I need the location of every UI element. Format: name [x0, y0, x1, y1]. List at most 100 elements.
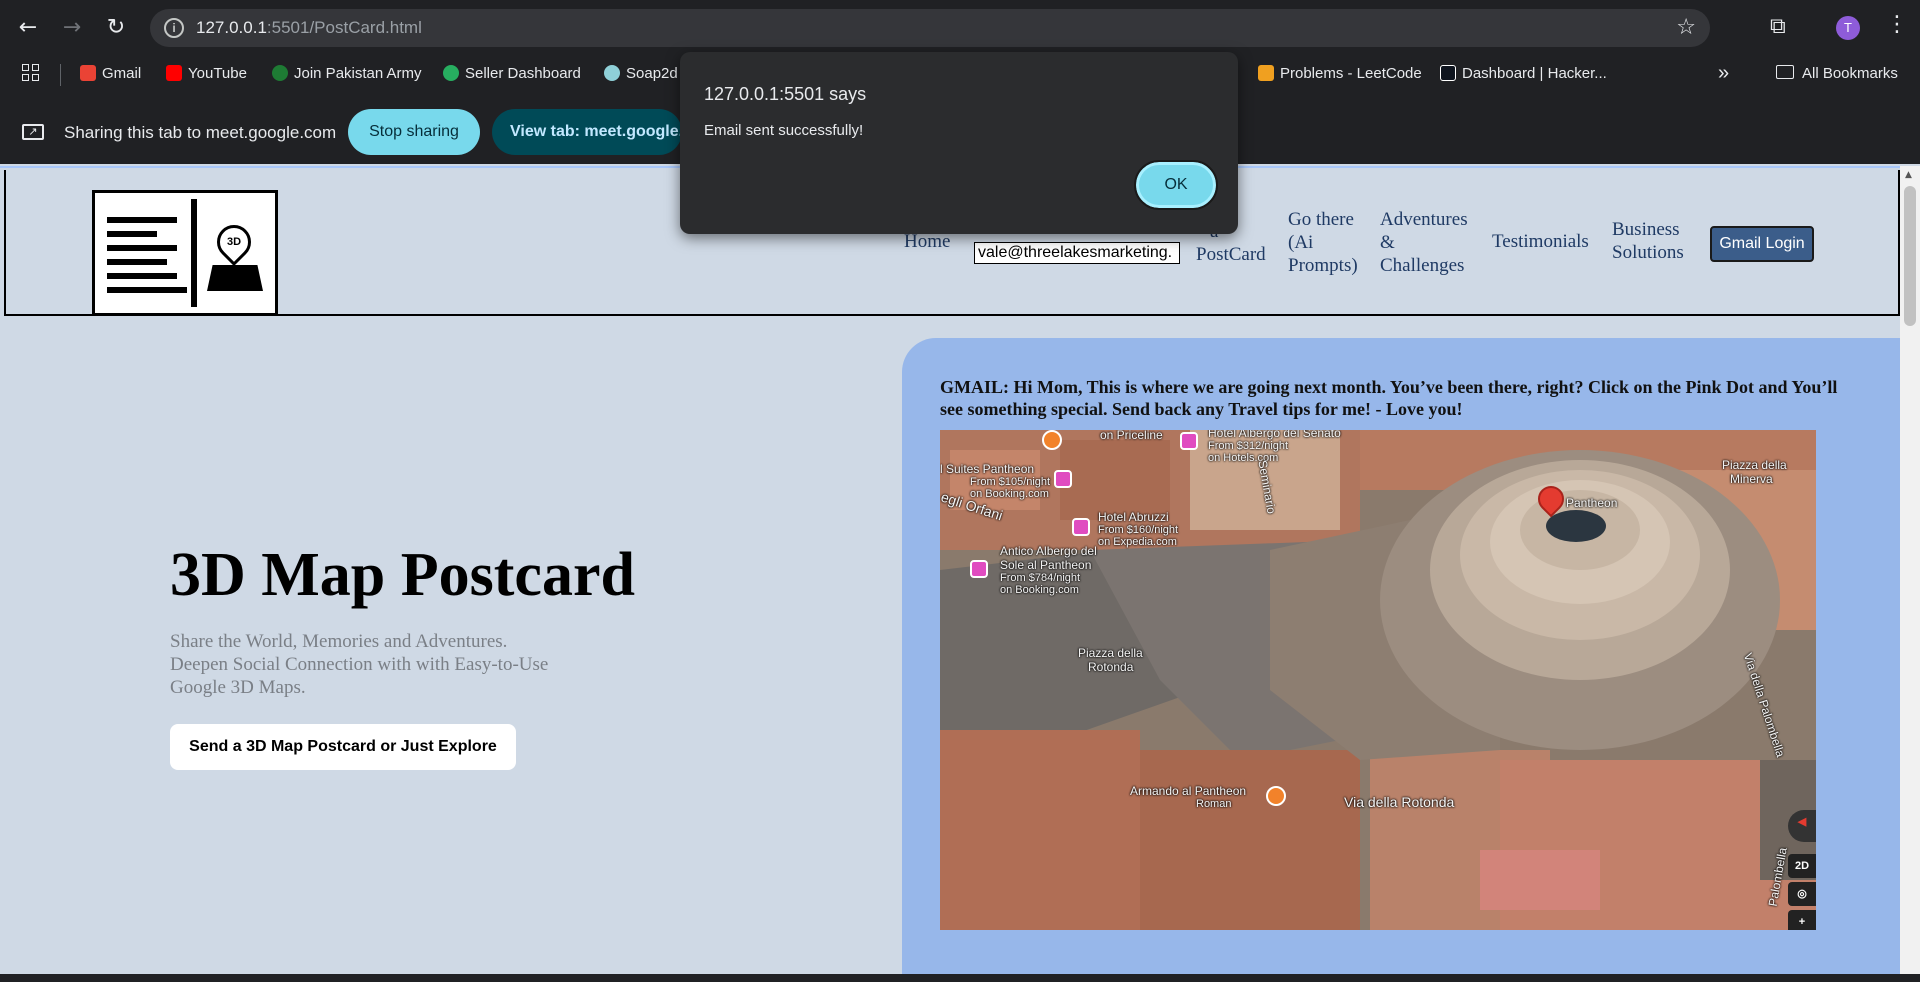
all-bookmarks[interactable]: All Bookmarks — [1776, 65, 1898, 82]
nav-postcard-line2: PostCard — [1196, 244, 1266, 265]
view-tab-button[interactable]: View tab: meet.google.com — [492, 109, 682, 155]
nav-adventures[interactable]: Adventures & Challenges — [1380, 208, 1468, 277]
nav-testimonials[interactable]: Testimonials — [1492, 230, 1589, 253]
hotel-marker-icon[interactable] — [970, 560, 988, 578]
my-location-icon[interactable]: ◎ — [1788, 882, 1816, 906]
army-icon — [272, 65, 288, 81]
bookmark-leetcode[interactable]: Problems - LeetCode — [1258, 65, 1422, 82]
hotel-marker-icon[interactable] — [1072, 518, 1090, 536]
leetcode-icon — [1258, 65, 1274, 81]
dialog-message: Email sent successfully! — [704, 122, 864, 139]
forward-icon[interactable]: → — [58, 14, 86, 42]
map-label: on Priceline — [1100, 430, 1163, 442]
map-label: on Booking.com — [1000, 584, 1079, 596]
map-imagery — [940, 430, 1816, 930]
site-info-icon[interactable]: i — [164, 18, 184, 38]
profile-avatar[interactable]: T — [1836, 16, 1860, 40]
bookmark-label: Join Pakistan Army — [294, 65, 422, 82]
map-label: on Expedia.com — [1098, 536, 1177, 548]
email-input[interactable]: vale@threelakesmarketing. — [974, 242, 1180, 264]
bookmark-hackerrank[interactable]: Dashboard | Hacker... — [1440, 65, 1607, 82]
restaurant-marker-icon[interactable] — [1266, 786, 1286, 806]
map-label: From $312/night — [1208, 440, 1289, 452]
postcard-message: GMAIL: Hi Mom, This is where we are goin… — [940, 377, 1838, 419]
bookmark-star-icon[interactable]: ☆ — [1676, 15, 1696, 40]
bookmark-join-pakistan-army[interactable]: Join Pakistan Army — [272, 65, 422, 82]
send-postcard-button[interactable]: Send a 3D Map Postcard or Just Explore — [170, 724, 516, 770]
map-label: Armando al Pantheon — [1130, 784, 1247, 798]
sharing-status-text: Sharing this tab to meet.google.com — [64, 123, 337, 142]
gmail-login-button[interactable]: Gmail Login — [1710, 226, 1814, 262]
hero-title: 3D Map Postcard — [170, 541, 635, 609]
dialog-ok-button[interactable]: OK — [1134, 160, 1218, 210]
all-bookmarks-label: All Bookmarks — [1802, 65, 1898, 82]
hotel-marker-icon[interactable] — [1180, 432, 1198, 450]
url-text[interactable]: 127.0.0.1:5501/PostCard.html — [196, 18, 422, 38]
bookmark-label: YouTube — [188, 65, 247, 82]
map-label: Via della Rotonda — [1344, 794, 1455, 810]
nav-business-line: Solutions — [1612, 242, 1684, 263]
bookmark-seller-dashboard[interactable]: Seller Dashboard — [443, 65, 581, 82]
folder-icon — [1776, 65, 1794, 79]
address-bar[interactable]: i 127.0.0.1:5501/PostCard.html ☆ — [150, 9, 1710, 47]
scrollbar-thumb[interactable] — [1904, 186, 1916, 326]
nav-go-there-line: (Ai — [1288, 232, 1314, 253]
logo-lines — [107, 217, 187, 301]
url-path: :5501/PostCard.html — [266, 18, 422, 37]
bookmarks-overflow-icon[interactable]: » — [1718, 62, 1729, 85]
hotel-marker-icon[interactable] — [1054, 470, 1072, 488]
soap-icon — [604, 65, 620, 81]
bookmark-label: Seller Dashboard — [465, 65, 581, 82]
bookmark-label: Dashboard | Hacker... — [1462, 65, 1607, 82]
bookmark-youtube[interactable]: YouTube — [166, 65, 247, 82]
map-label: Antico Albergo del — [1000, 544, 1097, 558]
gmail-icon — [80, 65, 96, 81]
extensions-icon[interactable]: ⧉ — [1770, 14, 1786, 39]
map-label: Rotonda — [1088, 660, 1134, 674]
bottom-strip — [0, 974, 1920, 982]
nav-adventures-line: Adventures — [1380, 209, 1468, 230]
nav-go-there[interactable]: Go there (Ai Prompts) — [1288, 208, 1358, 277]
map-label: Hotel Albergo del Senato — [1208, 430, 1341, 440]
dialog-title: 127.0.0.1:5501 says — [704, 84, 867, 104]
map-label: Hotel Abruzzi — [1098, 510, 1169, 524]
bookmarks-divider — [60, 64, 61, 86]
nav-business-line: Business — [1612, 219, 1680, 240]
screen-share-icon: ↗ — [22, 124, 44, 140]
youtube-icon — [166, 65, 182, 81]
nav-adventures-line: Challenges — [1380, 255, 1465, 276]
url-host: 127.0.0.1 — [196, 18, 267, 37]
reload-icon[interactable]: ↻ — [102, 14, 130, 42]
map-label: From $784/night — [1000, 572, 1081, 584]
zoom-in-icon[interactable]: + — [1788, 910, 1816, 930]
toggle-2d-button[interactable]: 2D — [1788, 854, 1816, 878]
map-label: From $105/night — [970, 476, 1051, 488]
site-logo[interactable]: 3D — [92, 190, 278, 316]
nav-business-solutions[interactable]: Business Solutions — [1612, 218, 1684, 264]
logo-divider — [191, 199, 197, 307]
scroll-up-icon[interactable]: ▲ — [1905, 170, 1912, 180]
bookmark-label: Gmail — [102, 65, 142, 82]
restaurant-marker-icon[interactable] — [1042, 430, 1062, 450]
map-label: on Booking.com — [970, 488, 1049, 500]
bookmark-soap2day[interactable]: Soap2d — [604, 65, 678, 82]
map-label: Minerva — [1730, 472, 1773, 486]
map-label: Roman — [1196, 798, 1232, 810]
bookmark-gmail[interactable]: Gmail — [80, 65, 141, 82]
hackerrank-icon — [1440, 65, 1456, 81]
3d-map-view[interactable]: on Priceline Hotel Albergo del Senato Fr… — [940, 430, 1816, 930]
alert-dialog: 127.0.0.1:5501 says Email sent successfu… — [680, 52, 1238, 234]
browser-menu-icon[interactable]: ⋮ — [1886, 12, 1908, 37]
compass-icon[interactable]: ◀ — [1788, 810, 1816, 842]
map-label: Sole al Pantheon — [1000, 558, 1092, 572]
back-icon[interactable]: ← — [14, 14, 42, 42]
folded-map-icon — [207, 265, 263, 291]
map-label: Piazza della — [1722, 458, 1787, 472]
nav-go-there-line: Prompts) — [1288, 255, 1358, 276]
web-page: 3D Home vale@threelakesmarketing. a Post… — [0, 166, 1920, 974]
apps-grid-icon[interactable] — [22, 64, 40, 82]
map-label: Piazza della — [1078, 646, 1143, 660]
stop-sharing-button[interactable]: Stop sharing — [348, 109, 480, 155]
nav-adventures-line: & — [1380, 232, 1395, 253]
seller-icon — [443, 65, 459, 81]
